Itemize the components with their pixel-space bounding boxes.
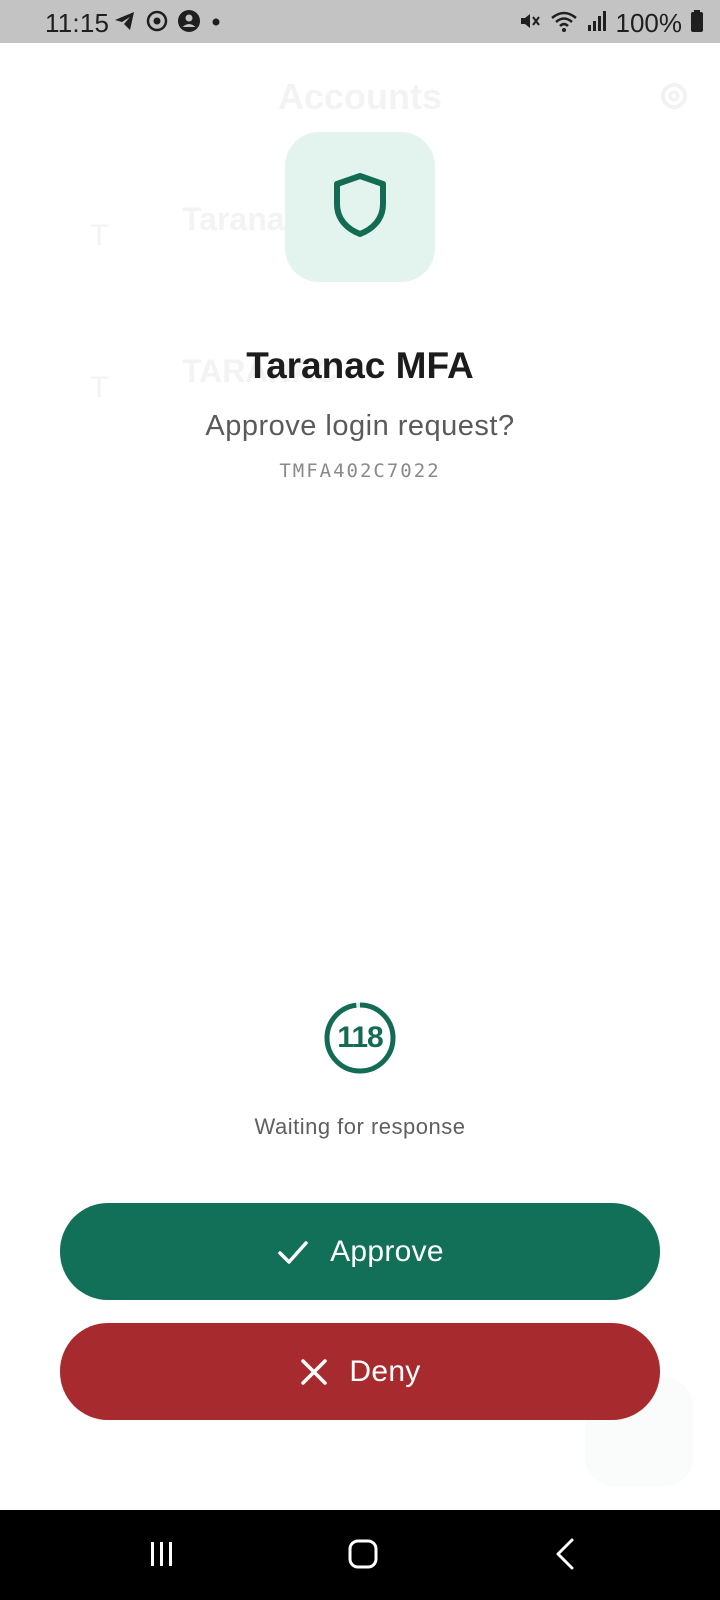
approve-button[interactable]: Approve (60, 1203, 660, 1300)
background-title: Accounts (277, 76, 443, 117)
deny-button-label: Deny (349, 1354, 421, 1388)
back-button[interactable] (536, 1536, 596, 1576)
account-icon (177, 9, 201, 38)
telegram-icon (113, 9, 137, 38)
account-initial-icon: T (90, 219, 109, 252)
request-prompt: Approve login request? (205, 410, 515, 442)
status-bar: 11:15 100% (0, 0, 720, 43)
battery-icon (690, 9, 704, 38)
app-title: Taranac MFA (246, 345, 474, 386)
home-icon (346, 1537, 380, 1576)
mute-icon (518, 9, 542, 38)
waiting-status: Waiting for response (254, 1114, 466, 1139)
approve-button-label: Approve (330, 1234, 444, 1268)
shield-icon (332, 172, 388, 243)
app-icon-tile (285, 132, 435, 282)
recents-button[interactable] (132, 1536, 192, 1576)
countdown-seconds: 118 (337, 1021, 383, 1054)
gear-icon (655, 77, 693, 120)
signal-icon (586, 9, 608, 38)
request-code: TMFA402C7022 (279, 460, 441, 482)
check-icon (276, 1235, 310, 1269)
battery-percent: 100% (615, 8, 683, 38)
dot-icon (209, 9, 223, 38)
wifi-icon (550, 9, 578, 38)
navigation-bar (0, 1510, 720, 1600)
countdown-timer: 118 (322, 1000, 398, 1076)
deny-button[interactable]: Deny (60, 1323, 660, 1420)
recents-icon (146, 1538, 178, 1575)
sync-icon (145, 9, 169, 38)
home-button[interactable] (333, 1536, 393, 1576)
status-time: 11:15 (45, 8, 110, 38)
back-icon (551, 1537, 581, 1576)
close-icon (299, 1357, 329, 1387)
